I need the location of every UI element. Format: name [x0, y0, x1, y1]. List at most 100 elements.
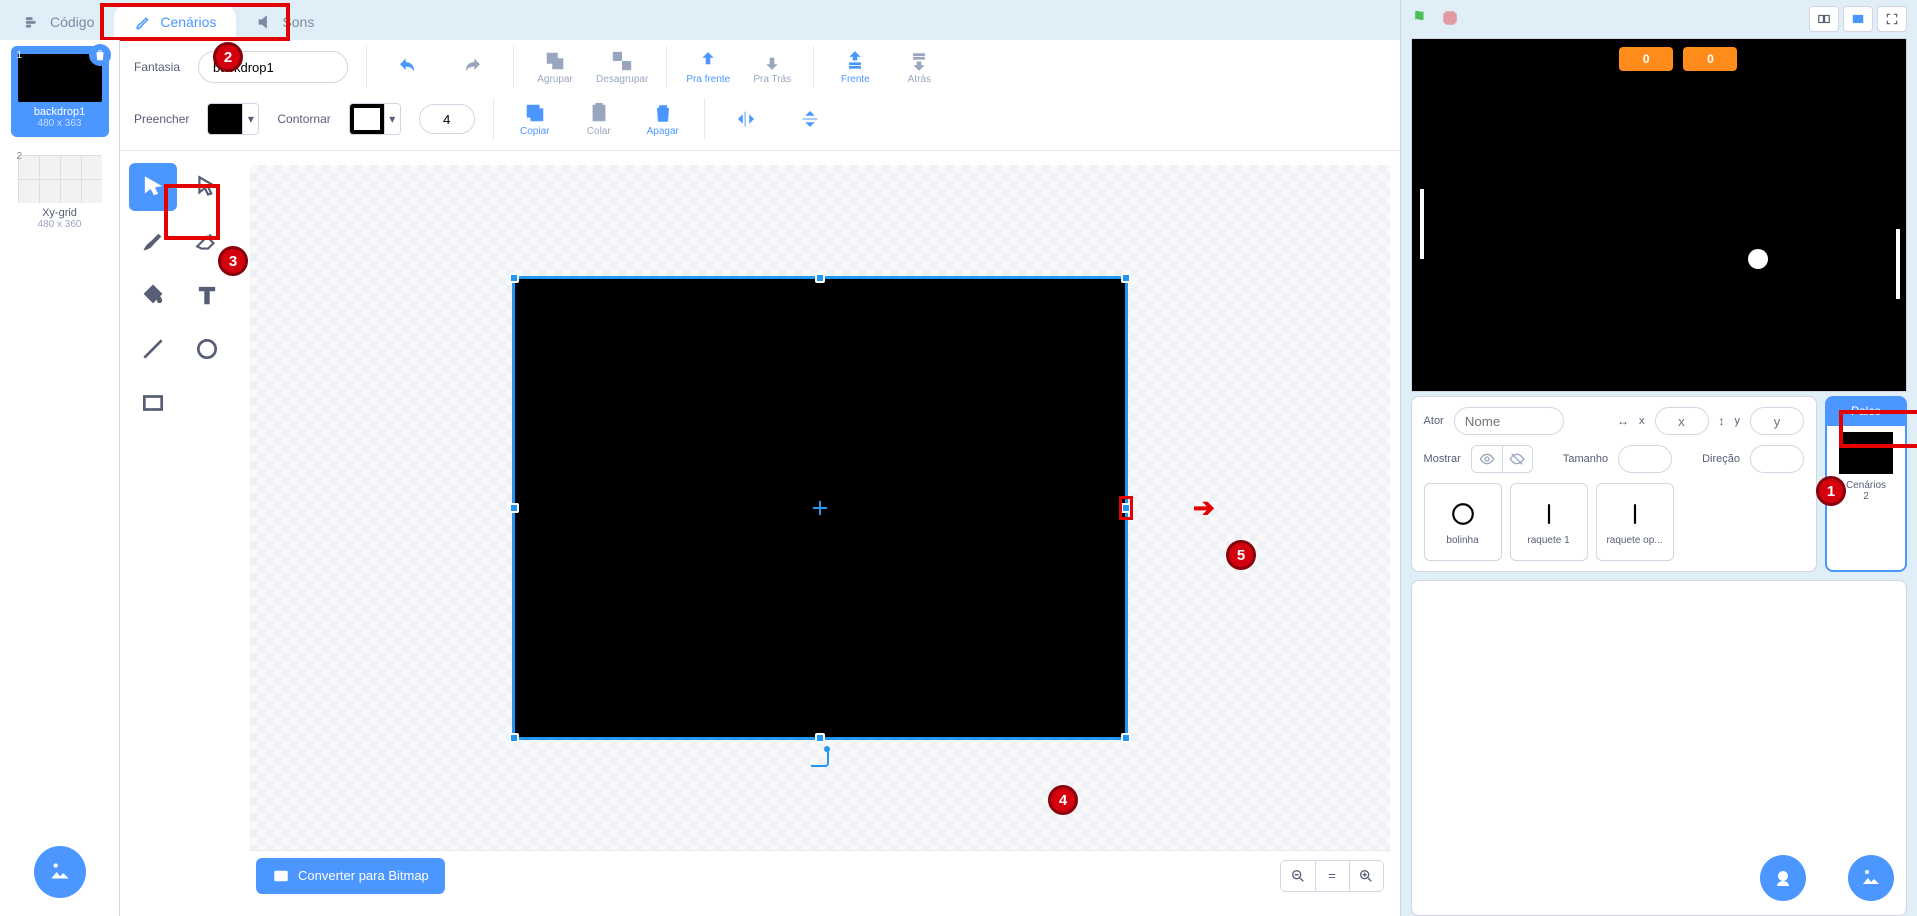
- paste-button[interactable]: Colar: [576, 102, 622, 137]
- sprite-name-input[interactable]: [1454, 407, 1564, 435]
- paint-canvas[interactable]: ➔: [250, 165, 1390, 850]
- paddle-left: [1420, 189, 1424, 259]
- circle-tool[interactable]: [183, 325, 231, 373]
- annotation-marker-5: 5: [1226, 540, 1256, 570]
- back-button[interactable]: Atrás: [896, 50, 942, 85]
- fill-label: Preencher: [134, 112, 189, 126]
- chevron-down-icon: ▾: [384, 104, 400, 134]
- thumb-index: 2: [17, 151, 23, 162]
- brush-icon: [134, 13, 152, 31]
- thumb-image: [18, 54, 102, 102]
- fill-tool[interactable]: [129, 271, 177, 319]
- annotation-marker-3: 3: [218, 246, 248, 276]
- tab-costumes[interactable]: Cenários: [114, 4, 236, 40]
- sprite-item-bolinha[interactable]: bolinha: [1424, 483, 1502, 561]
- copy-button[interactable]: Copiar: [512, 102, 558, 137]
- selected-shape[interactable]: ➔: [515, 279, 1125, 737]
- chevron-down-icon: ▾: [242, 104, 258, 134]
- costume-thumb-1[interactable]: 1 backdrop1 480 x 363: [11, 46, 109, 137]
- sprite-y-input[interactable]: [1750, 407, 1804, 435]
- outline-label: Contornar: [277, 112, 330, 126]
- add-sprite-button[interactable]: [1760, 855, 1806, 901]
- flip-vertical-button[interactable]: [787, 108, 833, 130]
- thumb-name: Xy-grid: [15, 207, 105, 219]
- line-tool[interactable]: [129, 325, 177, 373]
- fullscreen-button[interactable]: [1877, 6, 1907, 32]
- zoom-out-button[interactable]: [1281, 861, 1315, 891]
- zoom-reset-button[interactable]: =: [1315, 861, 1349, 891]
- stage-preview[interactable]: 0 0: [1411, 38, 1907, 392]
- sprite-x-input[interactable]: [1655, 407, 1709, 435]
- sprite-item-raqueteop[interactable]: raquete op...: [1596, 483, 1674, 561]
- costume-name-label: Fantasia: [134, 60, 180, 74]
- separator: [813, 46, 814, 88]
- text-tool[interactable]: [183, 271, 231, 319]
- tab-costumes-label: Cenários: [160, 14, 216, 30]
- costume-thumb-2[interactable]: 2 Xy-grid 480 x 360: [11, 147, 109, 238]
- redo-button[interactable]: [449, 56, 495, 78]
- sprite-thumb-icon: [1534, 499, 1564, 529]
- convert-bitmap-button[interactable]: Converter para Bitmap: [256, 858, 445, 894]
- ball: [1748, 249, 1768, 269]
- delete-button[interactable]: Apagar: [640, 102, 686, 137]
- sprite-item-raquete1[interactable]: raquete 1: [1510, 483, 1588, 561]
- small-stage-button[interactable]: [1809, 6, 1839, 32]
- backward-button[interactable]: Pra Trás: [749, 50, 795, 85]
- zoom-in-button[interactable]: [1349, 861, 1383, 891]
- add-backdrop-button[interactable]: [34, 846, 86, 898]
- xy-icon: ↔: [1617, 414, 1629, 428]
- thumb-dims: 480 x 360: [15, 219, 105, 230]
- sprite-thumb-icon: [1620, 499, 1650, 529]
- thumb-dims: 480 x 363: [15, 118, 105, 129]
- ungroup-button[interactable]: Desagrupar: [596, 50, 648, 85]
- tab-sounds-label: Sons: [282, 14, 314, 30]
- resize-handle[interactable]: [509, 503, 519, 513]
- sound-icon: [256, 13, 274, 31]
- resize-handle[interactable]: [509, 733, 519, 743]
- resize-handle[interactable]: [815, 733, 825, 743]
- sprite-thumb-icon: [1448, 499, 1478, 529]
- costumes-list: 1 backdrop1 480 x 363 2 Xy-grid 480 x 36…: [0, 40, 120, 916]
- fill-color-picker[interactable]: ▾: [207, 103, 259, 135]
- resize-handle[interactable]: [1121, 503, 1131, 513]
- reshape-tool[interactable]: [183, 163, 231, 211]
- rectangle-tool[interactable]: [129, 379, 177, 427]
- delete-costume-button[interactable]: [89, 44, 111, 66]
- zoom-controls: =: [1280, 860, 1384, 892]
- canvas-wrapper: ➔ Converter para Bitmap =: [240, 151, 1400, 916]
- sprite-size-input[interactable]: [1618, 445, 1672, 473]
- outline-color-picker[interactable]: ▾: [349, 103, 401, 135]
- annotation-marker-2: 2: [213, 42, 243, 72]
- annotation-marker-1: 1: [1816, 476, 1846, 506]
- outline-swatch: [350, 104, 384, 134]
- stage-controls: [1401, 0, 1917, 38]
- resize-handle[interactable]: [509, 273, 519, 283]
- stage-title: Palco: [1825, 396, 1907, 426]
- add-backdrop-fab[interactable]: [1848, 855, 1894, 901]
- hide-sprite-button[interactable]: [1502, 446, 1532, 472]
- resize-handle[interactable]: [1121, 273, 1131, 283]
- brush-tool[interactable]: [129, 217, 177, 265]
- separator: [513, 46, 514, 88]
- separator: [666, 46, 667, 88]
- flip-horizontal-button[interactable]: [723, 108, 769, 130]
- separator: [493, 98, 494, 140]
- large-stage-button[interactable]: [1843, 6, 1873, 32]
- sprite-direction-input[interactable]: [1750, 445, 1804, 473]
- rotate-handle[interactable]: [811, 749, 829, 767]
- resize-handle[interactable]: [815, 273, 825, 283]
- show-sprite-button[interactable]: [1472, 446, 1502, 472]
- forward-button[interactable]: Pra frente: [685, 50, 731, 85]
- tab-sounds[interactable]: Sons: [236, 4, 334, 40]
- stop-button[interactable]: [1441, 9, 1459, 30]
- thumb-image: [18, 155, 102, 203]
- thumb-index: 1: [17, 50, 23, 61]
- green-flag-button[interactable]: [1411, 8, 1431, 31]
- front-button[interactable]: Frente: [832, 50, 878, 85]
- undo-button[interactable]: [385, 56, 431, 78]
- tab-code[interactable]: Código: [4, 4, 114, 40]
- resize-handle[interactable]: [1121, 733, 1131, 743]
- select-tool[interactable]: [129, 163, 177, 211]
- group-button[interactable]: Agrupar: [532, 50, 578, 85]
- outline-width-input[interactable]: [419, 104, 475, 134]
